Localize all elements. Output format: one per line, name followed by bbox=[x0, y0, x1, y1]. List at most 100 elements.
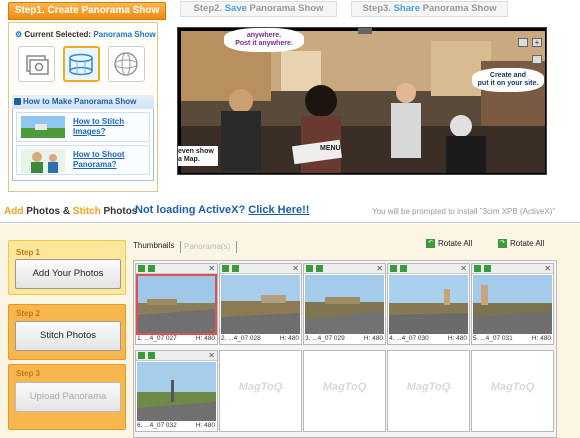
no-activex-text: Not loading ActiveX? bbox=[135, 204, 246, 216]
thumb-height: H: 480 bbox=[531, 335, 551, 342]
thumbnail-item[interactable]: ✕ 3. ...4_07 029 H: 480 bbox=[303, 263, 386, 345]
empty-slot: MagToQ bbox=[471, 350, 554, 432]
amp-word: & bbox=[62, 206, 71, 217]
panorama-viewer[interactable]: anywhere. Post it anywhere. Create and p… bbox=[177, 27, 547, 175]
rotate-all-right-label: Rotate All bbox=[510, 239, 545, 248]
empty-slot: MagToQ bbox=[303, 350, 386, 432]
tab-step3-share[interactable]: Step3. Share Panorama Show bbox=[351, 1, 508, 17]
thumb-toolbar: ✕ bbox=[388, 264, 469, 274]
tab-step2-rest: Panorama Show bbox=[249, 3, 324, 14]
rotate-right-icon: ↷ bbox=[498, 239, 507, 249]
close-icon[interactable]: ✕ bbox=[376, 264, 383, 273]
sphere-mode-button[interactable] bbox=[108, 46, 145, 82]
rotate-right-icon[interactable] bbox=[148, 265, 155, 272]
empty-slot: MagToQ bbox=[219, 350, 302, 432]
current-selected-label: Current Selected: bbox=[24, 30, 92, 39]
thumb-filename: 2. ...4_07 028 bbox=[221, 335, 261, 342]
tab-step1-create[interactable]: Step1. Create Panorama Show bbox=[8, 2, 166, 20]
step3-label: Step 3 bbox=[16, 369, 41, 378]
thumbnail-item[interactable]: ✕ 1. ...4_07 027 H: 480 bbox=[135, 263, 218, 345]
tab-step2-save[interactable]: Step2. Save Panorama Show bbox=[180, 1, 337, 17]
rotate-all-left-button[interactable]: ↶ Rotate All bbox=[426, 239, 472, 249]
close-icon[interactable]: ✕ bbox=[544, 264, 551, 273]
watermark-logo: MagToQ bbox=[238, 381, 283, 393]
tab-step2-prefix: Step2. bbox=[193, 3, 223, 14]
thumb-toolbar: ✕ bbox=[304, 264, 385, 274]
stitch-thumbnail-icon bbox=[21, 116, 65, 138]
rotate-left-icon[interactable] bbox=[138, 352, 145, 359]
thumb-caption: 3. ...4_07 029 H: 480 bbox=[305, 335, 384, 342]
rotate-left-icon[interactable] bbox=[390, 265, 397, 272]
close-icon[interactable]: ✕ bbox=[208, 351, 215, 360]
zoom-in-icon[interactable]: + bbox=[532, 38, 542, 47]
shoot-thumbnail-icon bbox=[21, 149, 65, 173]
speech-bubble-left: even show a Map. bbox=[178, 146, 218, 166]
howto-item-stitch[interactable]: How to Stitch Images? bbox=[16, 112, 150, 142]
rotate-left-icon[interactable] bbox=[306, 265, 313, 272]
thumb-image bbox=[136, 274, 217, 335]
howto-item-shoot[interactable]: How to Shoot Panorama? bbox=[16, 145, 150, 175]
thumbnail-item[interactable]: ✕ 5. ...4_07 031 H: 480 bbox=[471, 263, 554, 345]
howto-shoot-link[interactable]: How to Shoot Panorama? bbox=[73, 150, 125, 170]
howto-stitch-link[interactable]: How to Stitch Images? bbox=[73, 117, 124, 137]
rotate-left-icon[interactable] bbox=[474, 265, 481, 272]
thumb-image bbox=[305, 275, 384, 334]
section-divider bbox=[0, 222, 580, 223]
tab-panoramas[interactable]: Panorama(s) bbox=[184, 242, 230, 251]
thumb-caption: 6. ...4_07 032 H: 480 bbox=[137, 422, 216, 429]
rotate-right-icon[interactable] bbox=[148, 352, 155, 359]
rotate-left-icon[interactable] bbox=[222, 265, 229, 272]
thumb-filename: 6. ...4_07 032 bbox=[137, 422, 177, 429]
rotate-left-icon[interactable] bbox=[138, 265, 145, 272]
thumb-caption: 4. ...4_07 030 H: 480 bbox=[389, 335, 468, 342]
add-photos-button[interactable]: Add Your Photos bbox=[15, 259, 121, 289]
install-prompt: You will be prompted to install "3cim XP… bbox=[372, 207, 556, 216]
howto-stitch-line1: How to Stitch bbox=[73, 117, 125, 126]
thumb-caption: 5. ...4_07 031 H: 480 bbox=[473, 335, 552, 342]
menu-sign: MENU bbox=[320, 145, 341, 152]
chevron-icon bbox=[14, 98, 21, 105]
close-icon[interactable]: ✕ bbox=[292, 264, 299, 273]
click-here-link[interactable]: Click Here!! bbox=[248, 204, 309, 216]
close-icon[interactable]: ✕ bbox=[208, 264, 215, 273]
collapse-icon[interactable] bbox=[358, 28, 372, 34]
rotate-right-icon[interactable] bbox=[484, 265, 491, 272]
tab-thumbnails[interactable]: Thumbnails bbox=[133, 241, 174, 250]
howto-header-text: How to Make Panorama Show bbox=[23, 97, 137, 106]
watermark-logo: MagToQ bbox=[490, 381, 535, 393]
thumb-filename: 5. ...4_07 031 bbox=[473, 335, 513, 342]
howto-stitch-line2: Images? bbox=[73, 127, 106, 136]
upload-panorama-button[interactable]: Upload Panorama bbox=[15, 382, 121, 412]
rotate-all-right-button[interactable]: ↷ Rotate All bbox=[498, 239, 545, 249]
sphere-icon bbox=[114, 52, 138, 76]
rotate-right-icon[interactable] bbox=[232, 265, 239, 272]
add-word: Add bbox=[4, 206, 24, 217]
empty-slot: MagToQ bbox=[387, 350, 470, 432]
thumbnail-item[interactable]: ✕ 6. ...4_07 032 H: 480 bbox=[135, 350, 218, 432]
photo-mode-button[interactable] bbox=[18, 46, 55, 82]
info-icon[interactable] bbox=[532, 55, 542, 64]
tab-step3-prefix: Step3. bbox=[362, 3, 391, 14]
stitch-photos-button[interactable]: Stitch Photos bbox=[15, 321, 121, 351]
tab-separator-2 bbox=[236, 241, 237, 253]
thumbnail-item[interactable]: ✕ 2. ...4_07 028 H: 480 bbox=[219, 263, 302, 345]
thumb-caption: 2. ...4_07 028 H: 480 bbox=[221, 335, 300, 342]
add-stitch-title: Add Photos & Stitch Photos bbox=[4, 206, 137, 217]
rotate-right-icon[interactable] bbox=[400, 265, 407, 272]
no-activex-notice: Not loading ActiveX? Click Here!! bbox=[135, 204, 309, 216]
step2-label: Step 2 bbox=[16, 309, 41, 318]
photos-icon bbox=[26, 55, 49, 75]
thumb-height: H: 480 bbox=[279, 335, 299, 342]
panorama-mode-button[interactable] bbox=[63, 46, 100, 82]
thumb-toolbar: ✕ bbox=[220, 264, 301, 274]
close-icon[interactable]: ✕ bbox=[460, 264, 467, 273]
tab-separator bbox=[180, 241, 181, 253]
fullscreen-icon[interactable] bbox=[518, 38, 528, 47]
tab-step3-rest: Panorama Show bbox=[422, 3, 497, 14]
thumbnail-item[interactable]: ✕ 4. ...4_07 030 H: 480 bbox=[387, 263, 470, 345]
howto-shoot-line1: How to Shoot bbox=[73, 150, 125, 159]
step1-label: Step 1 bbox=[16, 248, 41, 257]
thumb-caption: 1. ...4_07 027 H: 480 bbox=[137, 335, 216, 342]
tab-step3-highlight: Share bbox=[393, 3, 420, 14]
rotate-right-icon[interactable] bbox=[316, 265, 323, 272]
